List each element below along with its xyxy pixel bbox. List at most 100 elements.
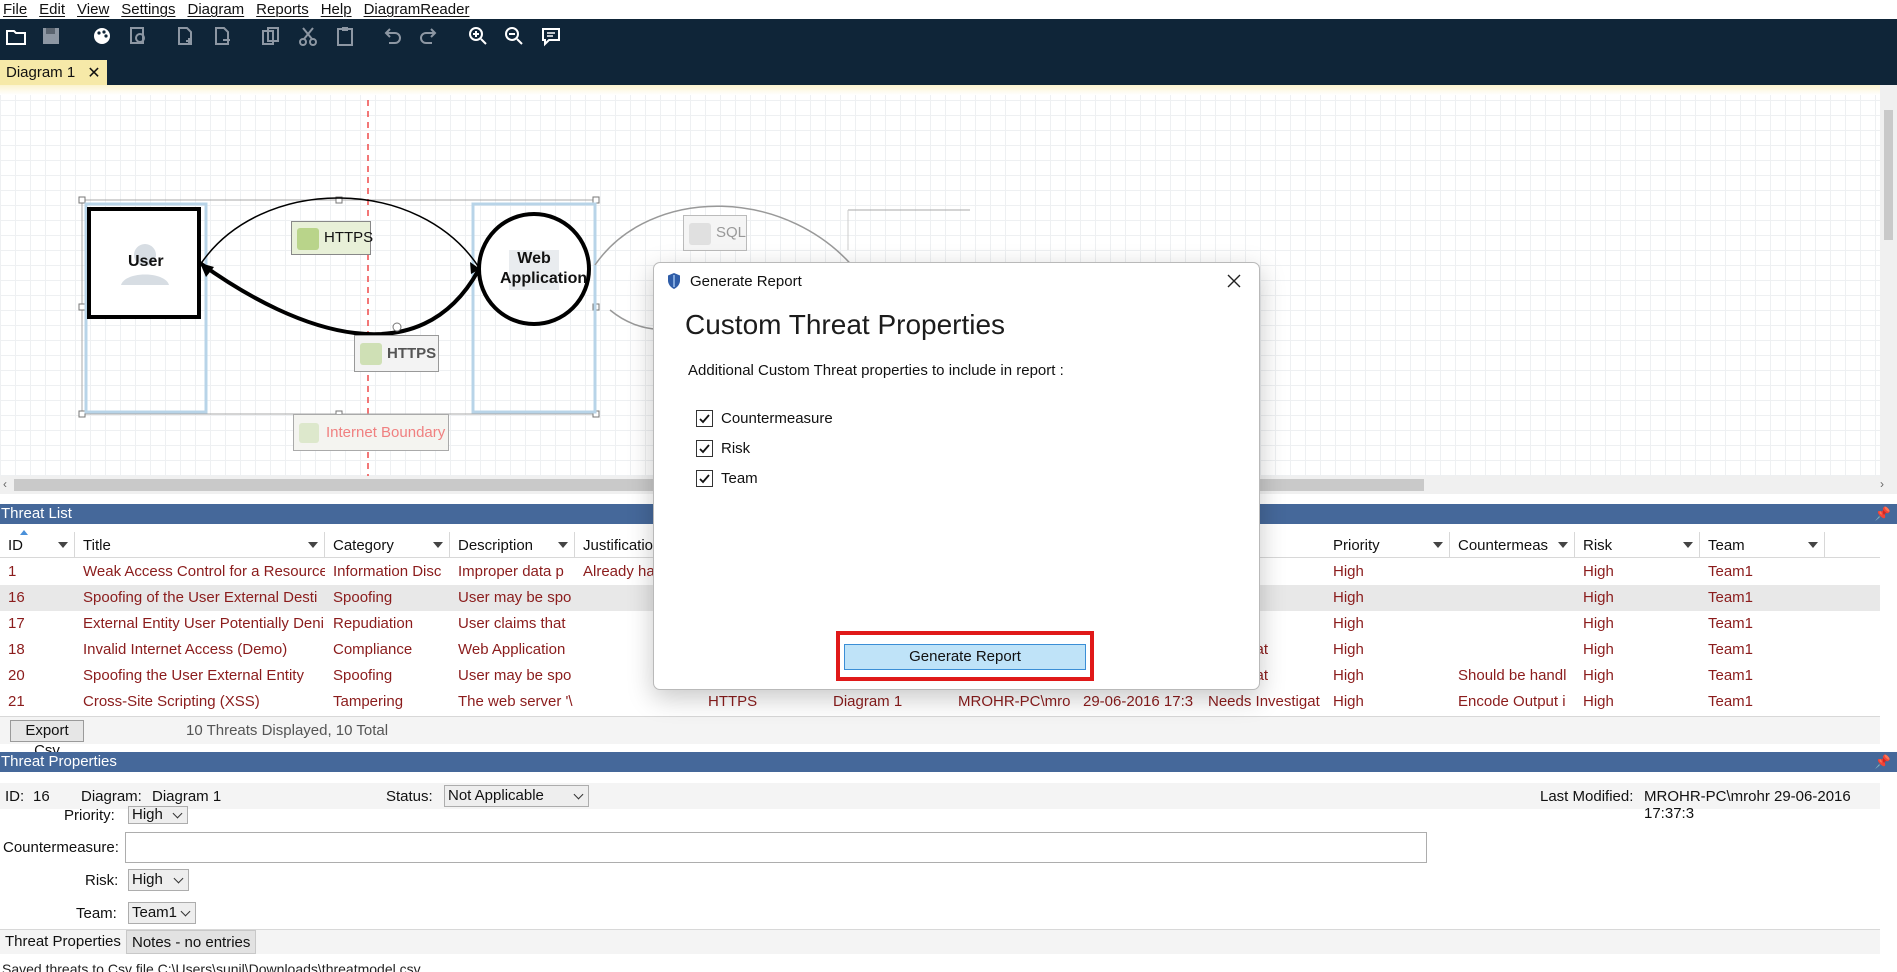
checkbox-countermeasure[interactable]: [696, 410, 713, 427]
flow-https-top[interactable]: HTTPS: [291, 221, 373, 255]
menu-diagramreader[interactable]: DiagramReader: [358, 1, 476, 18]
paste-icon[interactable]: [332, 23, 358, 49]
boundary-icon: [299, 423, 319, 443]
column-risk[interactable]: Risk: [1575, 532, 1700, 558]
cell-title: Spoofing the User External Entity: [83, 667, 304, 684]
menu-view[interactable]: View: [71, 1, 115, 18]
check-icon: [699, 414, 710, 424]
internet-boundary[interactable]: Internet Boundary: [293, 414, 449, 451]
checkbox-risk[interactable]: [696, 440, 713, 457]
diagram-label: Diagram:: [81, 788, 142, 805]
scroll-right-icon[interactable]: ›: [1880, 477, 1884, 491]
generate-report-button[interactable]: Generate Report: [844, 644, 1086, 670]
cell-priority: High: [1333, 563, 1364, 580]
column-team[interactable]: Team: [1700, 532, 1825, 558]
zoom-in-icon[interactable]: [465, 23, 491, 49]
user-entity-label[interactable]: User: [128, 253, 164, 271]
filter-icon[interactable]: [1683, 542, 1693, 548]
palette-icon[interactable]: [89, 23, 115, 49]
cell-diagram: Diagram 1: [833, 693, 903, 710]
cell-team: Team1: [1708, 589, 1754, 606]
export-csv-button[interactable]: Export Csv: [10, 720, 84, 759]
open-icon[interactable]: [3, 23, 29, 49]
cell-description: User may be spo: [458, 589, 572, 606]
chevron-down-icon: [172, 808, 183, 819]
shield-icon: [668, 273, 680, 289]
cell-description: Web Application: [458, 641, 566, 658]
comment-icon[interactable]: [538, 23, 564, 49]
cell-countermeasure: [1450, 637, 1575, 663]
redo-icon[interactable]: [416, 23, 442, 49]
cell-category: Repudiation: [333, 615, 414, 632]
cell-category: Tampering: [333, 693, 404, 710]
risk-select[interactable]: High: [128, 869, 189, 891]
save-icon[interactable]: [38, 23, 64, 49]
filter-icon[interactable]: [1433, 542, 1443, 548]
tab-diagram-1[interactable]: Diagram 1 ✕: [0, 60, 107, 85]
priority-label: Priority:: [64, 807, 115, 824]
tab-notes[interactable]: Notes - no entries: [126, 930, 257, 954]
close-icon[interactable]: [1219, 267, 1249, 295]
status-select[interactable]: Not Applicable: [444, 785, 589, 807]
web-application-process[interactable]: Web Application: [500, 249, 587, 289]
cut-icon[interactable]: [295, 23, 321, 49]
scroll-left-icon[interactable]: ‹: [3, 477, 7, 491]
menu-help[interactable]: Help: [315, 1, 358, 18]
cell-team: Team1: [1708, 693, 1754, 710]
checkbox-team[interactable]: [696, 470, 713, 487]
filter-icon[interactable]: [1558, 542, 1568, 548]
filter-icon[interactable]: [558, 542, 568, 548]
menu-settings[interactable]: Settings: [115, 1, 181, 18]
cell-changed-by: MROHR-PC\mro: [958, 693, 1071, 710]
column-countermeasure[interactable]: Countermeas: [1450, 532, 1575, 558]
team-label: Team:: [76, 905, 117, 922]
cell-countermeasure: [1450, 585, 1575, 611]
table-row[interactable]: 21 Cross-Site Scripting (XSS) Tampering The…: [0, 689, 1880, 715]
menu-diagram[interactable]: Diagram: [181, 1, 250, 18]
team-select[interactable]: Team1: [128, 902, 196, 924]
tab-threat-properties[interactable]: Threat Properties: [0, 930, 126, 954]
filter-icon[interactable]: [308, 542, 318, 548]
cell-id: 20: [8, 667, 25, 684]
menu-file[interactable]: File: [0, 1, 33, 18]
priority-select[interactable]: High: [128, 806, 188, 824]
filter-icon[interactable]: [433, 542, 443, 548]
pin-icon[interactable]: 📌: [1875, 752, 1891, 772]
column-priority[interactable]: Priority: [1325, 532, 1450, 558]
column-id[interactable]: ID: [0, 532, 75, 558]
option-team[interactable]: Team: [696, 470, 758, 487]
new-diagram-icon[interactable]: [172, 23, 198, 49]
threat-grid-footer: Export Csv 10 Threats Displayed, 10 Tota…: [0, 716, 1880, 759]
chevron-down-icon: [173, 873, 184, 884]
status-label: Status:: [386, 788, 433, 805]
filter-icon[interactable]: [58, 542, 68, 548]
flow-https-bottom[interactable]: HTTPS: [354, 335, 439, 372]
menu-reports[interactable]: Reports: [250, 1, 315, 18]
dialog-title: Generate Report: [690, 272, 802, 290]
option-countermeasure[interactable]: Countermeasure: [696, 410, 833, 427]
cell-priority: High: [1333, 667, 1364, 684]
copy-icon[interactable]: [258, 23, 284, 49]
properties-tabs: Threat Properties Notes - no entries: [0, 929, 1880, 954]
chevron-down-icon: [180, 906, 191, 917]
close-icon[interactable]: ✕: [87, 63, 100, 83]
option-risk[interactable]: Risk: [696, 440, 750, 457]
pin-icon[interactable]: 📌: [1875, 504, 1891, 524]
countermeasure-input[interactable]: [125, 832, 1427, 863]
menu-edit[interactable]: Edit: [33, 1, 71, 18]
check-icon: [699, 444, 710, 454]
cell-id: 17: [8, 615, 25, 632]
column-description[interactable]: Description: [450, 532, 575, 558]
filter-icon[interactable]: [1808, 542, 1818, 548]
flow-sql[interactable]: SQL: [683, 215, 747, 251]
column-category[interactable]: Category: [325, 532, 450, 558]
cell-risk: High: [1583, 667, 1614, 684]
canvas-vertical-scrollbar[interactable]: [1880, 85, 1897, 476]
zoom-out-icon[interactable]: [501, 23, 527, 49]
copy-diagram-icon[interactable]: [209, 23, 235, 49]
last-modified-value: MROHR-PC\mrohr 29-06-2016 17:37:3: [1644, 788, 1851, 822]
analysis-view-icon[interactable]: [125, 23, 151, 49]
column-title[interactable]: Title: [75, 532, 325, 558]
cell-title: Cross-Site Scripting (XSS): [83, 693, 260, 710]
undo-icon[interactable]: [379, 23, 405, 49]
